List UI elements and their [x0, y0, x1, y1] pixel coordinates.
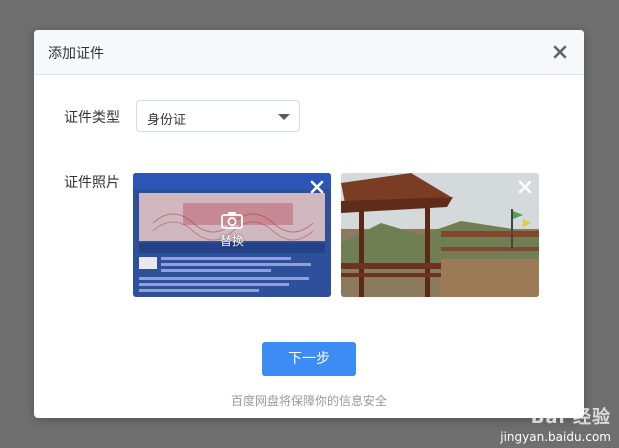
document-type-label: 证件类型 — [64, 110, 120, 126]
document-type-value: 身份证 — [147, 113, 187, 128]
dialog-header: 添加证件 — [34, 30, 584, 75]
replace-photo-button[interactable]: 替换 — [133, 173, 331, 297]
add-document-dialog: 添加证件 证件类型 身份证 证件照片 替换 下一步 百度网盘将保障你的信息安全 — [34, 30, 584, 418]
dialog-title: 添加证件 — [48, 46, 104, 62]
camera-icon — [221, 212, 243, 229]
pavilion-image — [341, 173, 539, 297]
remove-photo-2-button[interactable] — [517, 179, 533, 195]
next-step-button[interactable]: 下一步 — [262, 342, 356, 376]
document-photo-2[interactable] — [341, 173, 539, 297]
document-type-select[interactable]: 身份证 — [136, 100, 300, 132]
document-photo-1[interactable]: 替换 — [133, 173, 331, 297]
replace-photo-label: 替换 — [219, 234, 244, 248]
baidu-jingyan-logo: Bai 经验 — [530, 407, 611, 428]
close-icon — [518, 180, 532, 194]
close-icon — [310, 180, 324, 194]
dropdown-arrow-icon — [278, 114, 290, 120]
close-icon — [553, 45, 567, 59]
document-photo-label: 证件照片 — [64, 175, 120, 191]
remove-photo-1-button[interactable] — [309, 179, 325, 195]
watermark: Bai 经验 jingyan.baidu.com — [500, 403, 611, 444]
close-button[interactable] — [550, 42, 570, 62]
watermark-url: jingyan.baidu.com — [500, 430, 611, 444]
